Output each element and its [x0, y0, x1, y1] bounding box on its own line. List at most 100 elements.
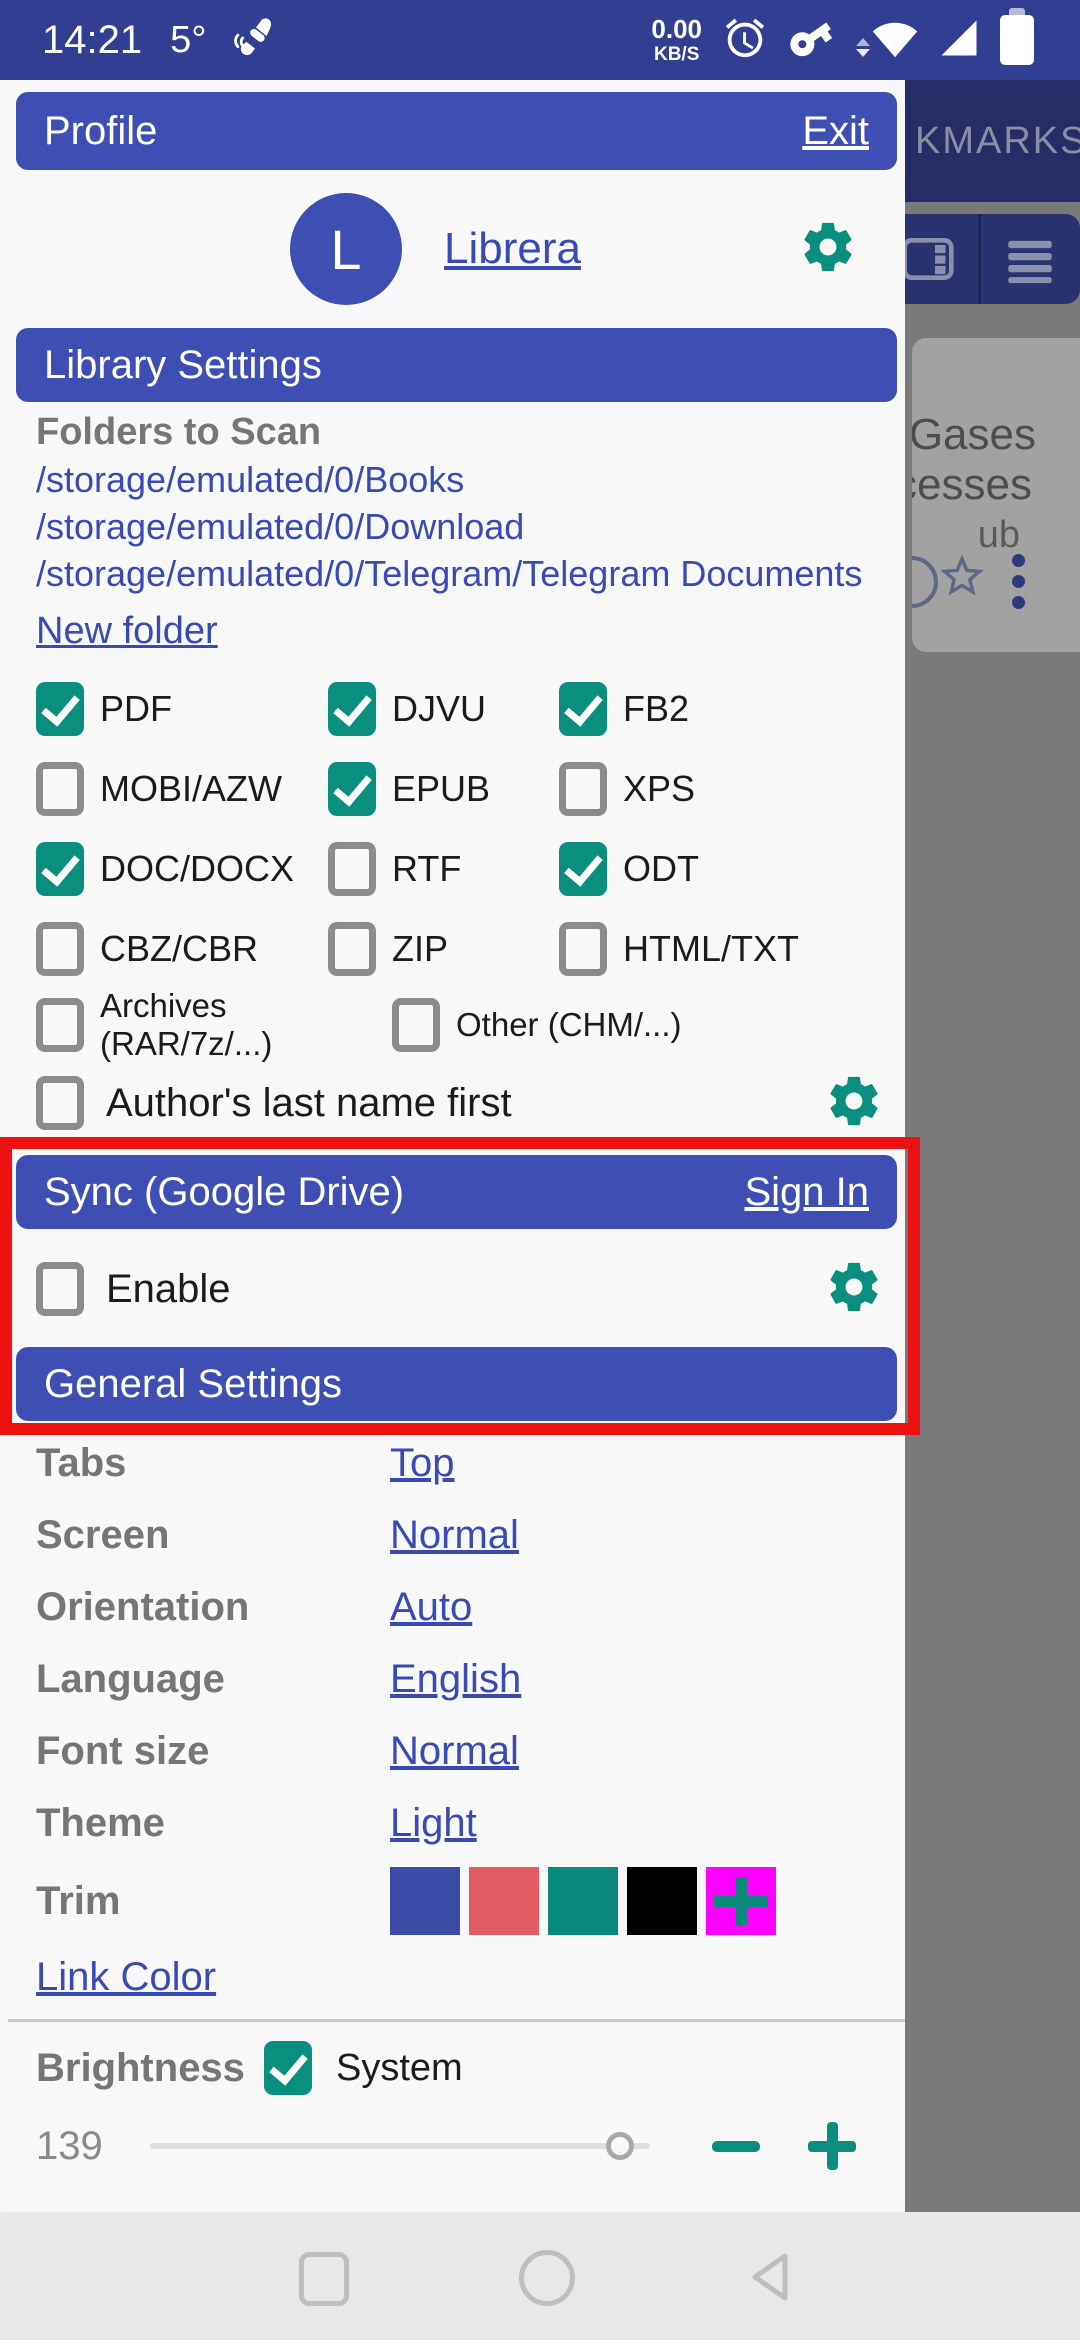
section-title: General Settings — [44, 1362, 342, 1407]
sync-enable-label: Enable — [106, 1267, 231, 1312]
settings-row-screen: ScreenNormal — [8, 1499, 905, 1571]
format-checkbox-pdf[interactable] — [36, 682, 84, 736]
profile-settings-gear-icon[interactable] — [799, 218, 857, 281]
format-label: RTF — [392, 848, 461, 890]
format-item-pdf: PDF — [36, 669, 328, 749]
new-folder-link[interactable]: New folder — [36, 605, 218, 657]
format-checkbox-xps[interactable] — [559, 762, 607, 816]
network-speed-unit: KB/S — [654, 45, 699, 64]
folder-path-link[interactable]: /storage/emulated/0/Telegram/Telegram Do… — [36, 550, 877, 597]
back-button[interactable] — [747, 2250, 801, 2309]
format-checkbox-odt[interactable] — [559, 842, 607, 896]
sync-enable-checkbox[interactable] — [36, 1262, 84, 1316]
brightness-slider-row: 139 — [36, 2118, 877, 2174]
favorite-star-icon — [936, 550, 988, 607]
status-bar-right: 0.00 KB/S — [651, 0, 1034, 80]
back-triangle-icon — [747, 2250, 801, 2304]
brightness-label: Brightness — [36, 2046, 264, 2091]
settings-label: Font size — [36, 1729, 390, 1774]
home-button[interactable] — [519, 2250, 575, 2306]
folder-path-link[interactable]: /storage/emulated/0/Books — [36, 456, 877, 503]
format-label: ZIP — [392, 928, 448, 970]
book-title-line: Gases — [912, 410, 1036, 460]
format-checkbox-rtf[interactable] — [328, 842, 376, 896]
trim-swatch-2[interactable] — [469, 1867, 539, 1935]
format-checkbox-djvu[interactable] — [328, 682, 376, 736]
trim-swatch-5[interactable] — [706, 1867, 776, 1935]
settings-row-font-size: Font sizeNormal — [8, 1715, 905, 1787]
exit-link[interactable]: Exit — [802, 109, 869, 154]
settings-value-language[interactable]: English — [390, 1657, 521, 1702]
format-checkbox-html-txt[interactable] — [559, 922, 607, 976]
format-checkbox-other-chm[interactable] — [392, 998, 440, 1052]
trim-swatch-1[interactable] — [390, 1867, 460, 1935]
brightness-increase-button[interactable] — [808, 2122, 856, 2170]
format-item-fb2: FB2 — [559, 669, 877, 749]
format-label: DOC/DOCX — [100, 848, 294, 890]
format-label: Other (CHM/...) — [456, 1006, 682, 1044]
trim-swatch-4[interactable] — [627, 1867, 697, 1935]
settings-label: Tabs — [36, 1441, 390, 1486]
format-checkbox-fb2[interactable] — [559, 682, 607, 736]
tab-bookmarks[interactable]: KMARKS — [915, 120, 1080, 163]
format-checkbox-zip[interactable] — [328, 922, 376, 976]
format-checkbox-archives-rar-7z[interactable] — [36, 998, 84, 1052]
author-last-name-first-label: Author's last name first — [106, 1081, 512, 1126]
format-checkbox-doc-docx[interactable] — [36, 842, 84, 896]
brightness-slider-track[interactable] — [150, 2143, 650, 2149]
profile-account-row: L Librera — [8, 170, 905, 328]
settings-label: Screen — [36, 1513, 390, 1558]
link-color-row: Link Color — [8, 1943, 905, 2011]
trim-row: Trim — [8, 1859, 905, 1943]
network-speed: 0.00 KB/S — [651, 16, 702, 64]
format-checkbox-mobi-azw[interactable] — [36, 762, 84, 816]
trim-swatch-3[interactable] — [548, 1867, 618, 1935]
format-item-html-txt: HTML/TXT — [559, 909, 877, 989]
format-checkbox-epub[interactable] — [328, 762, 376, 816]
settings-value-tabs[interactable]: Top — [390, 1441, 455, 1486]
battery-icon — [1000, 15, 1034, 65]
profile-dialog: Profile Exit L Librera Library Settings … — [8, 88, 905, 2212]
format-label: EPUB — [392, 768, 490, 810]
archive-format-row: Archives (RAR/7z/...)Other (CHM/...) — [36, 989, 877, 1061]
brightness-slider-thumb[interactable] — [606, 2132, 634, 2160]
brightness-system-checkbox[interactable] — [264, 2041, 312, 2095]
recents-button[interactable] — [299, 2252, 349, 2306]
settings-value-font-size[interactable]: Normal — [390, 1729, 519, 1774]
settings-row-tabs: TabsTop — [8, 1427, 905, 1499]
sync-highlight-group: Sync (Google Drive) Sign In Enable Gener… — [8, 1155, 905, 1421]
link-color-link[interactable]: Link Color — [36, 1955, 216, 2000]
folders-to-scan-label: Folders to Scan — [36, 408, 877, 456]
folder-path-link[interactable]: /storage/emulated/0/Download — [36, 503, 877, 550]
profile-name-link[interactable]: Librera — [444, 224, 581, 274]
sign-in-link[interactable]: Sign In — [744, 1170, 869, 1215]
format-label: XPS — [623, 768, 695, 810]
format-item-djvu: DJVU — [328, 669, 559, 749]
status-bar-left: 14:21 5° — [42, 0, 280, 80]
author-last-name-first-checkbox[interactable] — [36, 1076, 84, 1130]
format-label: HTML/TXT — [623, 928, 799, 970]
format-item-cbz-cbr: CBZ/CBR — [36, 909, 328, 989]
avatar[interactable]: L — [290, 193, 402, 305]
folders-section: Folders to Scan /storage/emulated/0/Book… — [8, 402, 905, 663]
format-checkbox-cbz-cbr[interactable] — [36, 922, 84, 976]
brightness-decrease-button[interactable] — [712, 2141, 760, 2152]
list-view-button[interactable] — [981, 214, 1080, 304]
format-item-odt: ODT — [559, 829, 877, 909]
view-mode-toggle — [878, 214, 1080, 304]
sync-enable-row: Enable — [36, 1241, 877, 1337]
library-advanced-gear-icon[interactable] — [825, 1072, 883, 1135]
sync-settings-gear-icon[interactable] — [825, 1258, 883, 1321]
add-trim-color-icon — [706, 1867, 776, 1935]
library-settings-header: Library Settings — [16, 328, 897, 402]
settings-value-screen[interactable]: Normal — [390, 1513, 519, 1558]
format-label: FB2 — [623, 688, 689, 730]
settings-row-orientation: OrientationAuto — [8, 1571, 905, 1643]
grid-view-icon — [900, 231, 956, 287]
section-title: Sync (Google Drive) — [44, 1170, 404, 1215]
settings-value-theme[interactable]: Light — [390, 1801, 477, 1846]
clock-time: 14:21 — [42, 18, 142, 63]
format-item-other-chm: Other (CHM/...) — [392, 998, 682, 1052]
settings-value-orientation[interactable]: Auto — [390, 1585, 472, 1630]
settings-row-theme: ThemeLight — [8, 1787, 905, 1859]
